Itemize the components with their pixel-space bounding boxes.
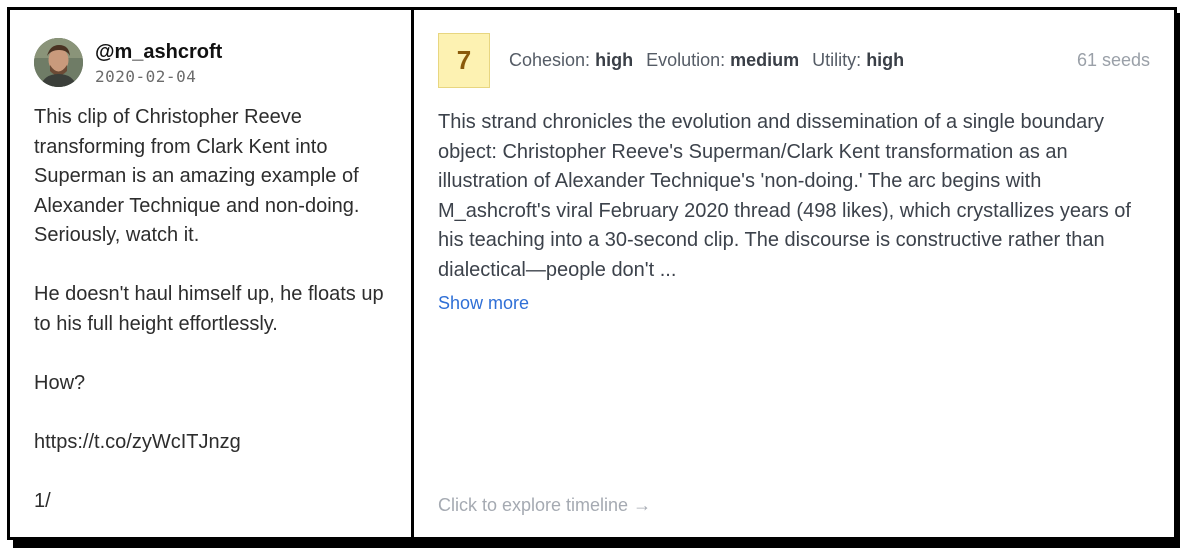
seed-tweet: @m_ashcroft 2020-02-04 This clip of Chri… — [10, 10, 414, 537]
metric-value: high — [866, 50, 905, 70]
metric-value: medium — [730, 50, 800, 70]
metric-label: Cohesion: — [509, 50, 591, 70]
seed-count: 61 seeds — [1076, 50, 1150, 70]
avatar — [34, 38, 83, 87]
strand-header: 7 Cohesion: high Evolution: medium Utili… — [438, 33, 1150, 88]
show-more-link[interactable]: Show more — [438, 293, 529, 314]
metric-evolution: Evolution: medium — [646, 50, 799, 71]
tweet-paragraph: 1/ — [34, 489, 51, 512]
score-badge: 7 — [438, 33, 490, 88]
tweet-author: @m_ashcroft 2020-02-04 — [34, 38, 387, 87]
metric-value: high — [595, 50, 634, 70]
strand-summary-pane: 7 Cohesion: high Evolution: medium Utili… — [414, 10, 1174, 537]
tweet-date: 2020-02-04 — [95, 67, 197, 86]
explore-timeline-link[interactable]: Click to explore timeline → — [438, 495, 651, 516]
metric-utility: Utility: high — [812, 50, 904, 71]
strand-card[interactable]: @m_ashcroft 2020-02-04 This clip of Chri… — [7, 7, 1177, 540]
tweet-text: This clip of Christopher Reeve transform… — [34, 103, 387, 516]
strand-summary: This strand chronicles the evolution and… — [438, 111, 1131, 281]
tweet-paragraph: How? — [34, 371, 86, 394]
metric-label: Evolution: — [646, 50, 726, 70]
tweet-paragraph: He doesn't haul himself up, he floats up… — [34, 283, 384, 335]
tweet-paragraph: This clip of Christopher Reeve transform… — [34, 106, 360, 246]
metric-cohesion: Cohesion: high — [509, 50, 633, 71]
author-handle[interactable]: @m_ashcroft — [95, 40, 222, 64]
tweet-link[interactable]: https://t.co/zyWcITJnzg — [34, 428, 387, 458]
avatar-image — [34, 38, 83, 87]
metric-label: Utility: — [812, 50, 862, 70]
